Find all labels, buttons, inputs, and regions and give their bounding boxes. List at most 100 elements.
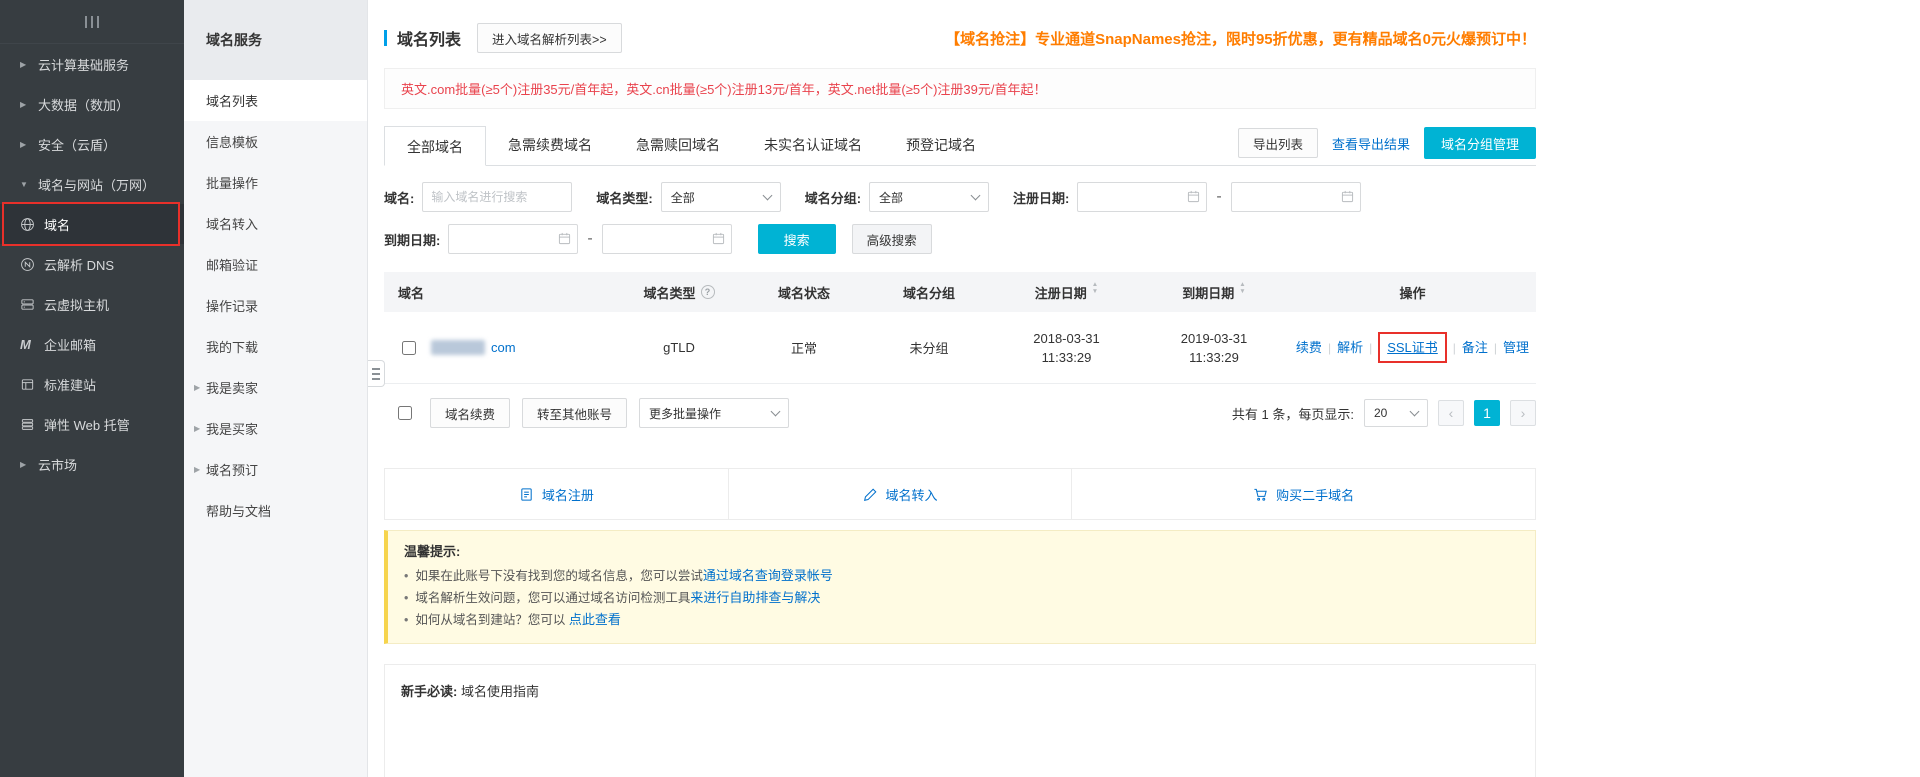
resolve-link[interactable]: 解析 <box>1337 340 1363 355</box>
chevron-right-icon: ▶ <box>20 460 38 469</box>
tab-preregistered[interactable]: 预登记域名 <box>884 125 998 165</box>
expire-date-end-input[interactable] <box>602 224 732 254</box>
date-range-separator: - <box>587 230 592 248</box>
reg-date-label: 注册日期: <box>1013 188 1069 207</box>
renew-link[interactable]: 续费 <box>1296 340 1322 355</box>
calendar-icon <box>1341 190 1354 203</box>
tab-redemption-needed[interactable]: 急需赎回域名 <box>614 125 742 165</box>
sidebar-item-security[interactable]: ▶ 安全（云盾） <box>0 124 184 164</box>
reg-date-start-input[interactable] <box>1077 182 1207 212</box>
sidebar-item-big-data[interactable]: ▶ 大数据（数加） <box>0 84 184 124</box>
chevron-right-icon: ▶ <box>194 383 206 392</box>
sort-desc-icon: ▼ <box>1092 292 1098 299</box>
tab-all-domains[interactable]: 全部域名 <box>384 126 486 166</box>
col-status: 域名状态 <box>744 283 864 302</box>
sidebar-item-site-builder[interactable]: 标准建站 <box>0 364 184 404</box>
prev-page-button[interactable]: ‹ <box>1438 400 1464 426</box>
sidebar-item-web-hosting[interactable]: 云虚拟主机 <box>0 284 184 324</box>
subnav-item-info-template[interactable]: 信息模板 <box>184 121 367 162</box>
subnav-item-my-downloads[interactable]: 我的下载 <box>184 326 367 367</box>
registration-promo-bar: 英文.com批量(≥5个)注册35元/首年起，英文.cn批量(≥5个)注册13元… <box>384 68 1536 109</box>
subnav-item-buyer[interactable]: ▶ 我是买家 <box>184 408 367 449</box>
chevron-down-icon <box>762 190 772 200</box>
enter-dns-list-button[interactable]: 进入域名解析列表>> <box>477 23 622 53</box>
domain-group-manage-button[interactable]: 域名分组管理 <box>1424 127 1536 159</box>
columns-icon <box>85 16 99 28</box>
col-reg-date: 注册日期 ▲▼ <box>994 283 1139 302</box>
redacted-domain-blur <box>431 340 485 355</box>
sidebar-item-cloud-market[interactable]: ▶ 云市场 <box>0 444 184 484</box>
sidebar-item-cloud-computing[interactable]: ▶ 云计算基础服务 <box>0 44 184 84</box>
help-icon[interactable]: ? <box>701 285 715 299</box>
calendar-icon <box>558 232 571 245</box>
tab-renewal-needed[interactable]: 急需续费域名 <box>486 125 614 165</box>
domain-search-input[interactable] <box>422 182 572 212</box>
date-range-separator: - <box>1216 188 1221 206</box>
reg-time-value: 11:33:29 <box>994 348 1139 367</box>
sidebar-item-dns[interactable]: 云解析 DNS <box>0 244 184 284</box>
advanced-search-button[interactable]: 高级搜索 <box>852 224 932 254</box>
hosting-icon <box>20 417 44 432</box>
domain-type-select[interactable]: 全部 <box>661 182 781 212</box>
col-type: 域名类型 ? <box>614 283 744 302</box>
reg-date-end-input[interactable] <box>1231 182 1361 212</box>
domain-transfer-in-link[interactable]: 域名转入 <box>728 469 1072 519</box>
domain-link[interactable]: com <box>491 340 516 355</box>
calendar-icon <box>1187 190 1200 203</box>
next-page-button[interactable]: › <box>1510 400 1536 426</box>
chevron-down-icon: ▼ <box>20 180 38 189</box>
sort-icon[interactable]: ▲▼ <box>1239 285 1245 299</box>
expire-date-start-input[interactable] <box>448 224 578 254</box>
quick-links-row: 域名注册 域名转入 购买二手域名 <box>384 468 1536 520</box>
export-list-button[interactable]: 导出列表 <box>1238 128 1318 158</box>
beginner-guide-title[interactable]: 域名使用指南 <box>461 684 539 699</box>
domain-group-value: 未分组 <box>864 338 994 357</box>
subnav-item-batch-operations[interactable]: 批量操作 <box>184 162 367 203</box>
tab-unverified[interactable]: 未实名认证域名 <box>742 125 884 165</box>
page-1-button[interactable]: 1 <box>1474 400 1500 426</box>
notice-title: 温馨提示: <box>404 541 1519 560</box>
col-domain: 域名 <box>384 283 614 302</box>
sidebar-item-enterprise-mail[interactable]: M 企业邮箱 <box>0 324 184 364</box>
remark-link[interactable]: 备注 <box>1462 340 1488 355</box>
sidebar-item-elastic-web-hosting[interactable]: 弹性 Web 托管 <box>0 404 184 444</box>
page-size-select[interactable]: 20 <box>1364 399 1428 427</box>
subnav-item-mailbox-verification[interactable]: 邮箱验证 <box>184 244 367 285</box>
ssl-cert-link[interactable]: SSL证书 <box>1387 340 1438 355</box>
subnav-item-domain-transfer-in[interactable]: 域名转入 <box>184 203 367 244</box>
self-check-tool-link[interactable]: 来进行自助排查与解决 <box>690 590 820 605</box>
subnav-collapse-handle[interactable] <box>368 360 385 387</box>
domain-group-select[interactable]: 全部 <box>869 182 989 212</box>
batch-renew-button[interactable]: 域名续费 <box>430 398 510 428</box>
chevron-right-icon: ▶ <box>20 60 38 69</box>
page-header: 域名列表 进入域名解析列表>> 【域名抢注】专业通道SnapNames抢注，限时… <box>384 22 1536 54</box>
chevron-right-icon: ▶ <box>20 140 38 149</box>
subnav-item-domain-list[interactable]: 域名列表 <box>184 80 367 121</box>
col-operations: 操作 <box>1289 283 1536 302</box>
domain-register-link[interactable]: 域名注册 <box>385 469 728 519</box>
view-export-results-link[interactable]: 查看导出结果 <box>1332 134 1410 153</box>
buy-secondhand-domain-link[interactable]: 购买二手域名 <box>1071 469 1535 519</box>
dns-icon <box>20 257 44 272</box>
sidebar-collapse-button[interactable] <box>0 0 184 44</box>
subnav-item-seller[interactable]: ▶ 我是卖家 <box>184 367 367 408</box>
row-checkbox[interactable] <box>402 341 416 355</box>
select-all-checkbox[interactable] <box>398 406 412 420</box>
login-by-domain-link[interactable]: 通过域名查询登录帐号 <box>703 568 833 583</box>
server-icon <box>20 297 44 312</box>
subnav-item-help-docs[interactable]: 帮助与文档 <box>184 490 367 531</box>
subnav-item-operation-records[interactable]: 操作记录 <box>184 285 367 326</box>
sidebar-item-domains-websites[interactable]: ▼ 域名与网站（万网） <box>0 164 184 204</box>
sort-icon[interactable]: ▲▼ <box>1092 285 1098 299</box>
batch-transfer-button[interactable]: 转至其他账号 <box>522 398 627 428</box>
subnav-item-domain-prebooking[interactable]: ▶ 域名预订 <box>184 449 367 490</box>
search-button[interactable]: 搜索 <box>758 224 836 254</box>
col-exp-date: 到期日期 ▲▼ <box>1139 283 1289 302</box>
sidebar-item-domain[interactable]: 域名 <box>0 204 184 244</box>
secondary-sidebar: 域名服务 域名列表 信息模板 批量操作 域名转入 邮箱验证 操作记录 我的下载 … <box>184 0 368 777</box>
more-batch-operations-select[interactable]: 更多批量操作 <box>639 398 789 428</box>
domain-table: 域名 域名类型 ? 域名状态 域名分组 注册日期 ▲▼ <box>384 272 1536 384</box>
view-guide-link[interactable]: 点此查看 <box>569 612 621 627</box>
manage-link[interactable]: 管理 <box>1503 340 1529 355</box>
pencil-icon <box>863 487 878 502</box>
